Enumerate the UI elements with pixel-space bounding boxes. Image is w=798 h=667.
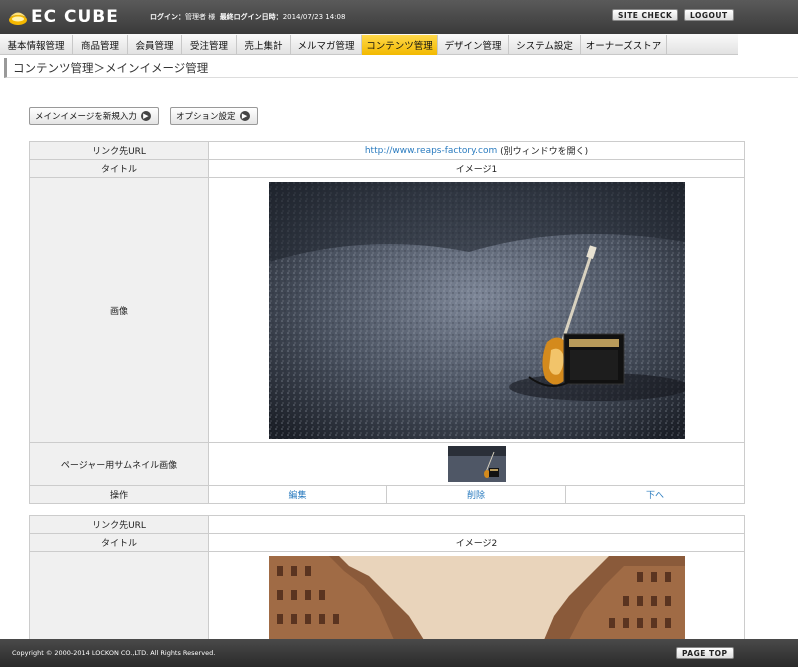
delete-link[interactable]: 削除 xyxy=(467,488,485,501)
nav-design[interactable]: デザイン管理 xyxy=(438,35,509,55)
page-title: コンテンツ管理＞メインイメージ管理 xyxy=(4,58,798,78)
nav-spacer xyxy=(738,34,798,55)
footer-bar: Copyright © 2000-2014 LOCKON CO.,LTD. Al… xyxy=(0,639,798,667)
logo-text: EC CUBE xyxy=(31,7,119,27)
ops-delete-cell: 削除 xyxy=(386,485,566,504)
nav-system[interactable]: システム設定 xyxy=(509,35,581,55)
nav-sales[interactable]: 売上集計 xyxy=(237,35,291,55)
edit-link[interactable]: 編集 xyxy=(288,488,306,501)
link-url-label: リンク先URL xyxy=(29,141,209,160)
ops-label: 操作 xyxy=(29,485,209,504)
copyright: Copyright © 2000-2014 LOCKON CO.,LTD. Al… xyxy=(12,649,216,657)
link-url-value: http://www.reaps-factory.com (別ウィンドウを開く) xyxy=(208,141,745,160)
ops-edit-cell: 編集 xyxy=(208,485,387,504)
title-label: タイトル xyxy=(29,533,209,552)
login-label: ログイン： xyxy=(150,13,185,21)
eccube-logo-icon xyxy=(9,12,27,25)
ops-down-cell: 下へ xyxy=(565,485,745,504)
main-nav: 基本情報管理 商品管理 会員管理 受注管理 売上集計 メルマガ管理 コンテンツ管… xyxy=(0,34,798,55)
move-down-link[interactable]: 下へ xyxy=(646,488,664,501)
thumb-label: ページャー用サムネイル画像 xyxy=(29,442,209,486)
nav-members[interactable]: 会員管理 xyxy=(128,35,182,55)
link-url-label: リンク先URL xyxy=(29,515,209,534)
logout-button[interactable]: LOGOUT xyxy=(684,9,734,21)
site-check-button[interactable]: SITE CHECK xyxy=(612,9,679,21)
title-label: タイトル xyxy=(29,159,209,178)
new-window-note: (別ウィンドウを開く) xyxy=(500,147,589,157)
new-main-image-button[interactable]: メインイメージを新規入力 ▶ xyxy=(29,107,159,125)
login-user: 管理者 様 xyxy=(185,13,216,21)
login-info: ログイン：管理者 様 最終ログイン日時：2014/07/23 14:08 xyxy=(150,12,345,22)
nav-basic-info[interactable]: 基本情報管理 xyxy=(0,35,73,55)
title-value: イメージ1 xyxy=(208,159,745,178)
option-settings-button[interactable]: オプション設定 ▶ xyxy=(170,107,258,125)
nav-orders[interactable]: 受注管理 xyxy=(182,35,237,55)
new-main-image-label: メインイメージを新規入力 xyxy=(35,112,137,122)
nav-owners-store[interactable]: オーナーズストア xyxy=(581,35,667,55)
link-url-value xyxy=(208,515,745,534)
thumbnail-guitar xyxy=(448,446,506,482)
image-label: 画像 xyxy=(29,177,209,443)
header-bar: EC CUBE ログイン：管理者 様 最終ログイン日時：2014/07/23 1… xyxy=(0,0,798,34)
nav-products[interactable]: 商品管理 xyxy=(73,35,128,55)
option-settings-label: オプション設定 xyxy=(176,112,236,122)
last-login-value: 2014/07/23 14:08 xyxy=(282,13,346,21)
arrow-right-icon: ▶ xyxy=(239,111,250,121)
main-image-guitar xyxy=(269,182,685,439)
link-url-anchor[interactable]: http://www.reaps-factory.com xyxy=(365,146,497,156)
eccube-logo[interactable]: EC CUBE xyxy=(8,6,119,28)
image-label xyxy=(29,551,209,641)
nav-contents[interactable]: コンテンツ管理 xyxy=(362,35,438,55)
page-top-button[interactable]: PAGE TOP xyxy=(676,647,734,659)
main-image-street xyxy=(269,556,685,640)
title-value: イメージ2 xyxy=(208,533,745,552)
arrow-right-icon: ▶ xyxy=(140,111,151,121)
last-login-label: 最終ログイン日時： xyxy=(219,13,283,21)
nav-mailmag[interactable]: メルマガ管理 xyxy=(291,35,362,55)
